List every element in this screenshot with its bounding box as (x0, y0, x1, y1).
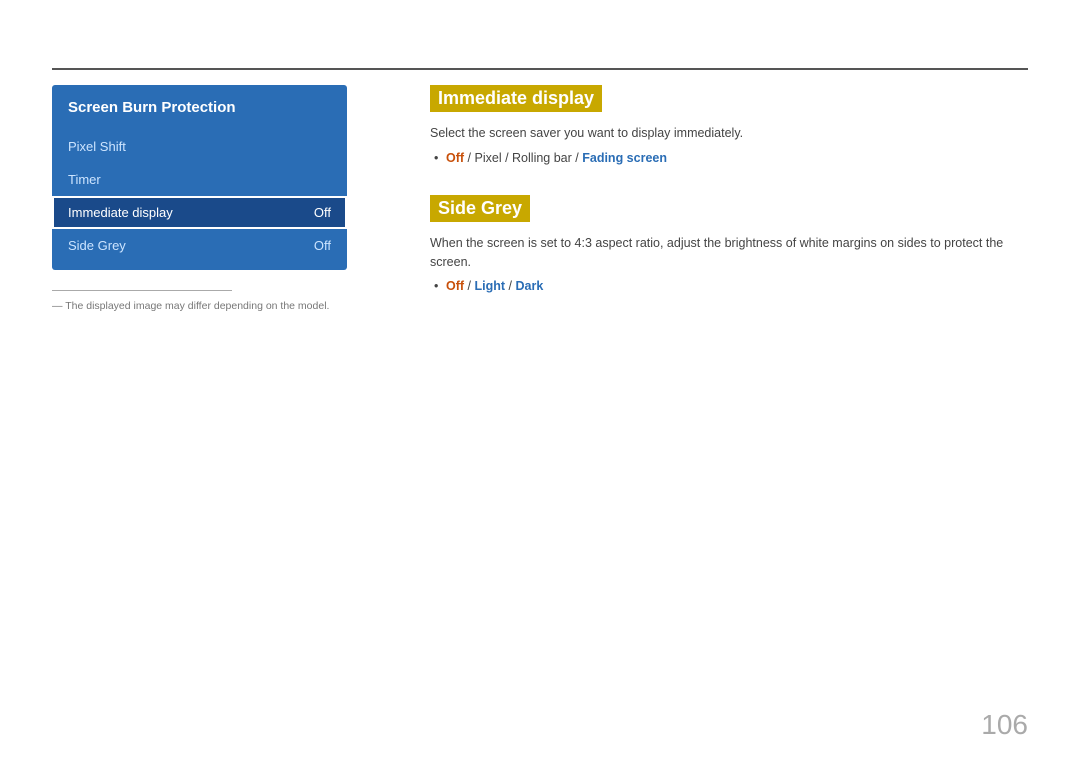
opt-off: Off (446, 151, 464, 165)
menu-item-value: Off (314, 205, 331, 220)
opt-sep-sg1: / (468, 279, 475, 293)
menu-item-pixel-shift[interactable]: Pixel Shift (52, 130, 347, 163)
menu-panel: Screen Burn Protection Pixel Shift Timer… (52, 85, 347, 270)
opt-dark: Dark (515, 279, 543, 293)
menu-item-label: Pixel Shift (68, 139, 126, 154)
option-list-side-grey: Off / Light / Dark (430, 279, 1028, 293)
section-immediate-display: Immediate display Select the screen save… (430, 85, 1028, 165)
section-title-side-grey: Side Grey (430, 195, 530, 222)
menu-item-timer[interactable]: Timer (52, 163, 347, 196)
menu-title: Screen Burn Protection (52, 85, 347, 130)
top-divider (52, 68, 1028, 70)
opt-rolling: Rolling bar (512, 151, 572, 165)
menu-item-label: Immediate display (68, 205, 173, 220)
page-number: 106 (981, 709, 1028, 741)
section-side-grey: Side Grey When the screen is set to 4:3 … (430, 195, 1028, 294)
section-title-immediate: Immediate display (430, 85, 602, 112)
opt-sep2: / (505, 151, 512, 165)
menu-item-side-grey[interactable]: Side Grey Off (52, 229, 347, 262)
option-item-immediate: Off / Pixel / Rolling bar / Fading scree… (446, 151, 1028, 165)
section-desc-side-grey: When the screen is set to 4:3 aspect rat… (430, 234, 1028, 272)
menu-item-label: Timer (68, 172, 101, 187)
opt-fading: Fading screen (582, 151, 667, 165)
footnote-divider (52, 290, 232, 291)
menu-item-label: Side Grey (68, 238, 126, 253)
menu-item-value: Off (314, 238, 331, 253)
opt-pixel: Pixel (475, 151, 502, 165)
opt-off-sg: Off (446, 279, 464, 293)
menu-item-immediate-display[interactable]: Immediate display Off (52, 196, 347, 229)
option-item-side-grey: Off / Light / Dark (446, 279, 1028, 293)
opt-sep1: / (468, 151, 475, 165)
footnote: ― The displayed image may differ dependi… (52, 300, 329, 312)
opt-light: Light (475, 279, 506, 293)
section-desc-immediate: Select the screen saver you want to disp… (430, 124, 1028, 143)
content-area: Immediate display Select the screen save… (430, 85, 1028, 323)
option-list-immediate: Off / Pixel / Rolling bar / Fading scree… (430, 151, 1028, 165)
